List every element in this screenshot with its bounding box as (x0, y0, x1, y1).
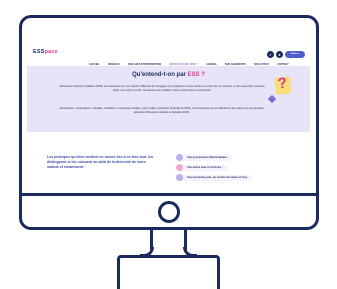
principle-pill-2: Une action avec le territoire ; (176, 164, 227, 171)
search-icon[interactable]: ⌕ (267, 51, 274, 58)
logo-prefix: ESS (33, 49, 45, 55)
pill-dot-icon (176, 154, 183, 161)
question-bubble-tail (267, 94, 277, 104)
user-icon[interactable]: ● (276, 51, 283, 58)
hero-paragraph-1: L'Économie Sociale et Solidaire (ESS) se… (59, 85, 265, 92)
logo-suffix: pace (44, 49, 58, 55)
power-button-icon (158, 201, 180, 223)
cta-button[interactable]: Adhérer (285, 51, 305, 58)
site-logo[interactable]: ESSpace (33, 49, 58, 55)
principles-intro: Les principes qu'elles mettent en œuvre … (47, 155, 154, 170)
monitor-base (117, 255, 220, 289)
hero-title: Qu'entend-t-on par ESS ? (27, 72, 310, 78)
website-screen: ESSpace Accueil Réseaux Nos axes d'inter… (27, 22, 310, 192)
pill-dot-icon (176, 174, 183, 181)
pill-dot-icon (176, 164, 183, 171)
monitor-neck (150, 230, 187, 250)
hero-title-emph: ESS ? (187, 72, 205, 78)
site-navbar: ESSpace Accueil Réseaux Nos axes d'inter… (27, 48, 310, 66)
principle-pill-3: Une économie juste, au service de toutes… (176, 174, 252, 181)
hero-title-prefix: Qu'entend-t-on par (132, 72, 188, 78)
principle-pill-1: Une gouvernance démocratique ; (176, 154, 233, 161)
question-mark-icon: ? (274, 75, 292, 95)
hero-section: Qu'entend-t-on par ESS ? L'Économie Soci… (27, 66, 310, 132)
monitor-bezel (22, 193, 316, 227)
hero-paragraph-2: Associations, coopératives, mutuelles, f… (59, 107, 265, 114)
